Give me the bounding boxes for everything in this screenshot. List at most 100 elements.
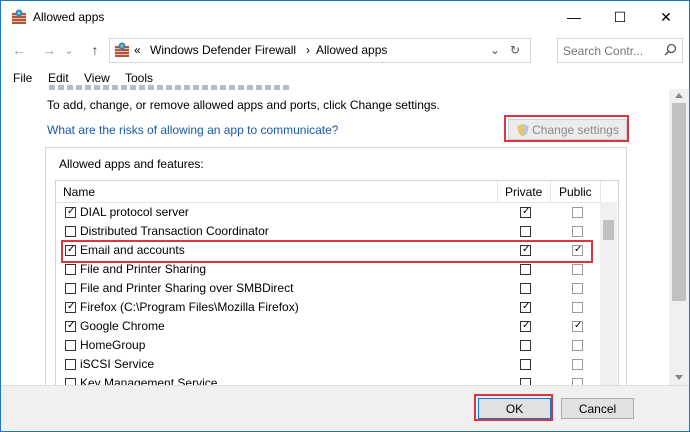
app-enabled-checkbox[interactable] — [65, 283, 76, 294]
minimize-icon: — — [567, 9, 581, 25]
scroll-down-icon[interactable] — [675, 375, 683, 380]
search-icon[interactable] — [664, 43, 677, 56]
list-item[interactable]: iSCSI Service — [56, 355, 600, 374]
menu-file[interactable]: File — [13, 71, 32, 85]
checkmark-icon: ✓ — [67, 206, 76, 217]
private-checkbox[interactable] — [520, 359, 531, 370]
private-checkbox[interactable]: ✓ — [520, 301, 531, 313]
minimize-button[interactable]: — — [551, 1, 597, 33]
public-checkbox[interactable]: ✓ — [572, 320, 583, 332]
public-checkbox[interactable] — [572, 207, 583, 218]
list-item[interactable]: File and Printer Sharing over SMBDirect — [56, 279, 600, 298]
app-name: Google Chrome — [80, 319, 165, 333]
list-item[interactable]: ✓ Firefox (C:\Program Files\Mozilla Firef… — [56, 298, 600, 317]
app-name: iSCSI Service — [80, 357, 155, 371]
app-name: File and Printer Sharing over SMBDirect — [80, 281, 294, 295]
column-header-private[interactable]: Private — [505, 185, 542, 199]
menu-view[interactable]: View — [84, 71, 110, 85]
email-row-highlight — [61, 240, 593, 263]
forward-button[interactable]: → — [39, 40, 59, 60]
window-scrollbar-thumb[interactable] — [672, 103, 686, 301]
up-button[interactable]: ↑ — [85, 40, 105, 60]
list-item[interactable]: HomeGroup — [56, 336, 600, 355]
maximize-button[interactable]: ☐ — [597, 1, 643, 33]
private-checkbox[interactable] — [520, 283, 531, 294]
back-arrow-icon: ← — [12, 42, 26, 58]
window-title: Allowed apps — [33, 10, 105, 24]
app-enabled-checkbox[interactable]: ✓ — [65, 320, 76, 332]
app-enabled-checkbox[interactable] — [65, 359, 76, 370]
list-scrollbar-thumb[interactable] — [603, 220, 614, 240]
scroll-up-icon[interactable] — [675, 93, 683, 98]
back-button[interactable]: ← — [9, 40, 29, 60]
app-enabled-checkbox[interactable] — [65, 264, 76, 275]
column-header-name[interactable]: Name — [63, 185, 95, 199]
checkmark-icon: ✓ — [522, 206, 531, 217]
firewall-icon — [115, 42, 129, 57]
app-enabled-checkbox[interactable] — [65, 340, 76, 351]
app-enabled-checkbox[interactable] — [65, 226, 76, 237]
menu-edit[interactable]: Edit — [48, 71, 69, 85]
checkmark-icon: ✓ — [67, 301, 76, 312]
search-box[interactable] — [557, 38, 683, 63]
address-row: ← → ⌄ ↑ « Windows Defender Firewall › Al… — [1, 34, 689, 66]
breadcrumb-overflow-icon[interactable]: « — [134, 43, 141, 57]
checkmark-icon: ✓ — [522, 320, 531, 331]
close-button[interactable]: ✕ — [643, 1, 689, 33]
list-item[interactable]: ✓ Google Chrome ✓ ✓ — [56, 317, 600, 336]
ok-label: OK — [505, 401, 524, 416]
private-checkbox[interactable] — [520, 264, 531, 275]
public-checkbox[interactable] — [572, 264, 583, 275]
cancel-label: Cancel — [578, 401, 617, 416]
refresh-icon[interactable]: ↻ — [510, 43, 520, 57]
list-header: Name Private Public — [56, 181, 618, 203]
private-checkbox[interactable] — [520, 340, 531, 351]
up-arrow-icon: ↑ — [91, 42, 99, 58]
column-header-public[interactable]: Public — [559, 185, 592, 199]
instructions-text: To add, change, or remove allowed apps a… — [47, 98, 440, 112]
column-divider — [497, 181, 498, 202]
public-checkbox[interactable] — [572, 283, 583, 294]
chevron-down-icon: ⌄ — [64, 44, 74, 57]
change-settings-button[interactable]: Change settings — [508, 119, 627, 140]
title-bar: Allowed apps — ☐ ✕ — [1, 1, 689, 33]
address-bar[interactable]: « Windows Defender Firewall › Allowed ap… — [109, 38, 531, 63]
firewall-icon — [12, 9, 26, 24]
private-checkbox[interactable]: ✓ — [520, 206, 531, 218]
breadcrumb-arrow-icon[interactable]: › — [306, 43, 310, 57]
maximize-icon: ☐ — [613, 8, 627, 25]
recent-locations-button[interactable]: ⌄ — [63, 40, 75, 60]
list-scrollbar[interactable] — [600, 202, 617, 386]
app-enabled-checkbox[interactable]: ✓ — [65, 206, 76, 218]
allowed-apps-window: Allowed apps — ☐ ✕ ← → ⌄ ↑ « Windows Def… — [0, 0, 690, 432]
public-checkbox[interactable] — [572, 340, 583, 351]
list-item[interactable]: ✓ DIAL protocol server ✓ — [56, 203, 600, 222]
public-checkbox[interactable] — [572, 359, 583, 370]
checkmark-icon: ✓ — [522, 301, 531, 312]
app-name: File and Printer Sharing — [80, 262, 207, 276]
risks-link[interactable]: What are the risks of allowing an app to… — [47, 123, 338, 137]
public-checkbox[interactable] — [572, 302, 583, 313]
breadcrumb-firewall[interactable]: Windows Defender Firewall — [150, 43, 296, 57]
shield-icon — [517, 123, 529, 136]
breadcrumb-allowed-apps[interactable]: Allowed apps — [316, 43, 387, 57]
cancel-button[interactable]: Cancel — [561, 398, 634, 419]
checkmark-icon: ✓ — [67, 320, 76, 331]
chevron-down-icon[interactable]: ⌄ — [490, 43, 500, 57]
private-checkbox[interactable]: ✓ — [520, 320, 531, 332]
list-item[interactable]: Distributed Transaction Coordinator — [56, 222, 600, 241]
app-name: HomeGroup — [80, 338, 146, 352]
search-input[interactable] — [561, 41, 665, 60]
column-divider — [600, 181, 601, 202]
app-name: Distributed Transaction Coordinator — [80, 224, 269, 238]
column-divider — [550, 181, 551, 202]
ok-button[interactable]: OK — [478, 398, 551, 419]
menu-tools[interactable]: Tools — [125, 71, 153, 85]
window-scrollbar[interactable] — [669, 89, 689, 385]
close-icon: ✕ — [660, 8, 672, 25]
app-enabled-checkbox[interactable]: ✓ — [65, 301, 76, 313]
app-name: DIAL protocol server — [80, 205, 189, 219]
private-checkbox[interactable] — [520, 226, 531, 237]
app-name: Firefox (C:\Program Files\Mozilla Firefo… — [80, 300, 299, 314]
public-checkbox[interactable] — [572, 226, 583, 237]
